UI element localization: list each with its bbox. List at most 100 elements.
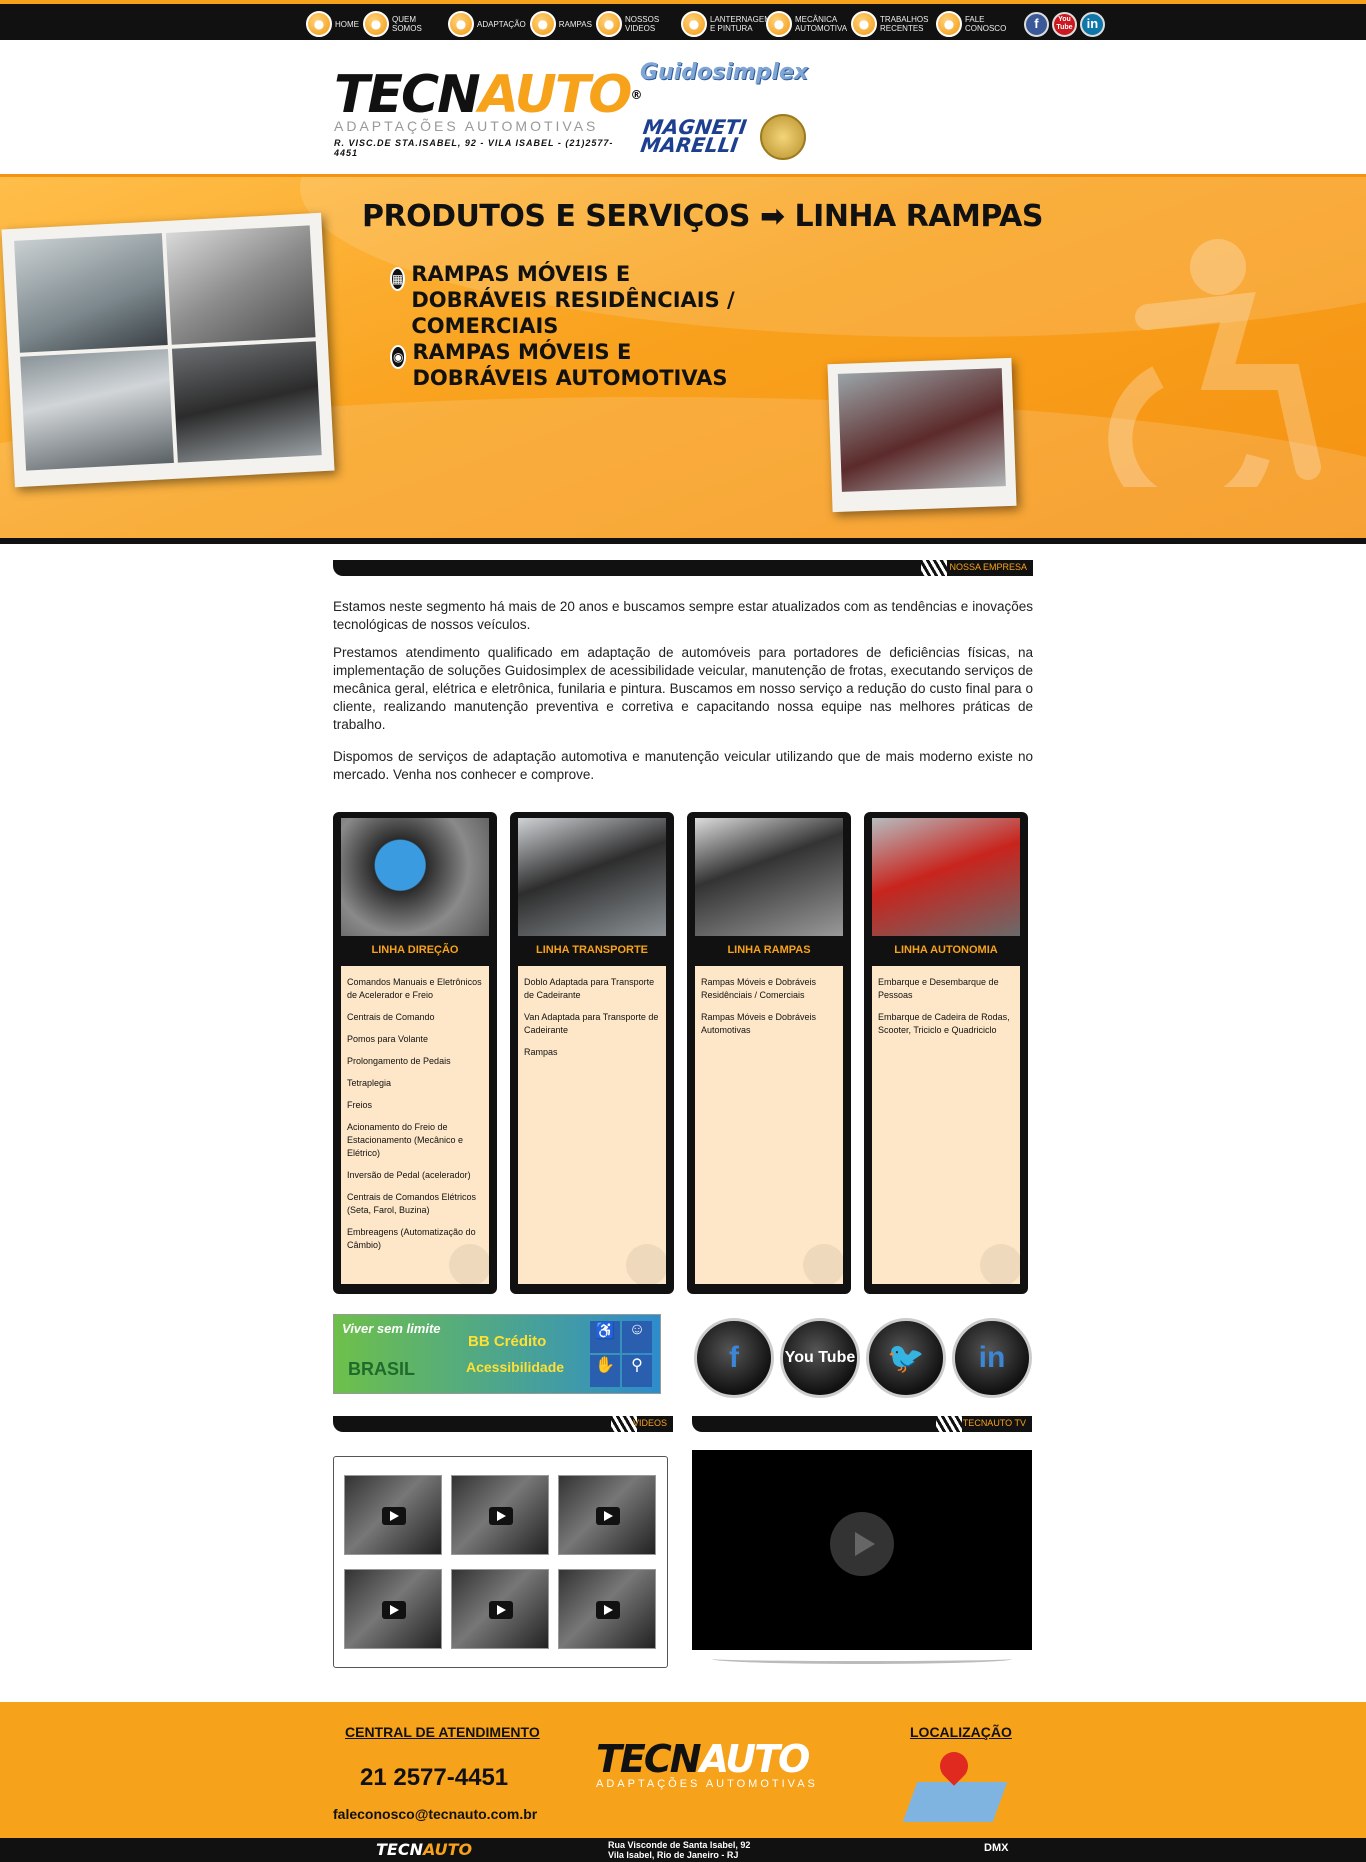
site-footer: CENTRAL DE ATENDIMENTO 21 2577-4451 fale…: [0, 1702, 1366, 1838]
product-card-list: Doblo Adaptada para Transporte de Cadeir…: [518, 966, 666, 1284]
product-card-item[interactable]: Rampas: [524, 1046, 660, 1059]
product-card[interactable]: LINHA TRANSPORTE Doblo Adaptada para Tran…: [510, 812, 674, 1294]
product-card-image[interactable]: [872, 818, 1020, 936]
nav-item-label: NOSSOS VIDEOS: [624, 15, 660, 33]
product-card-item[interactable]: Comandos Manuais e Eletrônicos de Aceler…: [347, 976, 483, 1002]
nav-item[interactable]: ● NOSSOS VIDEOS: [595, 8, 677, 40]
play-button-icon[interactable]: [830, 1512, 894, 1576]
video-thumbnail[interactable]: [344, 1475, 442, 1555]
about-section: NOSSA EMPRESA Estamos neste segmento há …: [333, 560, 1033, 784]
product-card-item[interactable]: Embarque e Desembarque de Pessoas: [878, 976, 1014, 1002]
gear-icon: ●: [765, 11, 792, 37]
play-icon: [596, 1601, 620, 1619]
wheelchair-icon: ♿: [590, 1321, 620, 1353]
play-icon: [489, 1507, 513, 1525]
product-card[interactable]: LINHA AUTONOMIA Embarque e Desembarque de…: [864, 812, 1028, 1294]
bottom-address: Rua Visconde de Santa Isabel, 92 Vila Is…: [608, 1840, 750, 1860]
home-icon: ●: [306, 11, 332, 37]
footer-phone[interactable]: 21 2577-4451: [360, 1764, 508, 1792]
dmx-credit[interactable]: DMX: [984, 1842, 1008, 1854]
product-card-title[interactable]: LINHA AUTONOMIA: [864, 944, 1028, 956]
product-card[interactable]: LINHA DIREÇÃO Comandos Manuais e Eletrôni…: [333, 812, 497, 1294]
banner-item-automotive[interactable]: ◉ RAMPAS MÓVEIS E DOBRÁVEIS AUTOMOTIVAS: [390, 339, 750, 391]
nav-item[interactable]: ● HOME: [306, 8, 359, 40]
tecnauto-logo[interactable]: TECNAUTO® ADAPTAÇÕES AUTOMOTIVAS R. VISC…: [334, 65, 643, 180]
facebook-icon[interactable]: f: [694, 1318, 774, 1398]
youtube-icon[interactable]: You Tube: [780, 1318, 860, 1398]
product-card-item[interactable]: Acionamento do Freio de Estacionamento (…: [347, 1121, 483, 1160]
product-card-image[interactable]: [695, 818, 843, 936]
video-thumbnail[interactable]: [558, 1569, 656, 1649]
product-card-item[interactable]: Centrais de Comando: [347, 1011, 483, 1024]
youtube-icon[interactable]: You Tube: [1051, 11, 1077, 37]
video-thumbnail[interactable]: [451, 1475, 549, 1555]
footer-email[interactable]: faleconosco@tecnauto.com.br: [333, 1806, 537, 1822]
photo-ramp-plate: [171, 341, 322, 463]
product-card-item[interactable]: Centrais de Comandos Elétricos (Seta, Fa…: [347, 1191, 483, 1217]
nav-item-label: TRABALHOS RECENTES: [879, 15, 929, 33]
header-address: R. VISC.DE STA.ISABEL, 92 - VILA ISABEL …: [334, 138, 614, 158]
nav-item[interactable]: ● RAMPAS: [529, 8, 592, 40]
hero-banner: PRODUTOS E SERVIÇOS ➡ LINHA RAMPAS ▦ RAM…: [0, 174, 1366, 544]
section-bar-stripes: [921, 560, 947, 576]
wheelchair-watermark-icon: [449, 1244, 491, 1286]
nav-item[interactable]: ● TRABALHOS RECENTES: [850, 8, 932, 40]
product-card-title[interactable]: LINHA DIREÇÃO: [333, 944, 497, 956]
wheelchair-watermark-icon: [1108, 239, 1321, 487]
nav-item-label: LANTERNAGEM E PINTURA: [709, 15, 771, 33]
nav-item[interactable]: ● LANTERNAGEM E PINTURA: [680, 8, 771, 40]
video-thumbnail[interactable]: [344, 1569, 442, 1649]
head-icon: ☺: [622, 1321, 652, 1353]
magneti-marelli-logo: MAGNETI MARELLI: [639, 115, 749, 157]
section-bar-stripes: [936, 1416, 962, 1432]
ramps-photo-collage: [1, 212, 335, 488]
nav-item-label: QUEM SOMOS: [392, 15, 422, 33]
wheelchair-watermark-icon: [803, 1244, 845, 1286]
nav-item[interactable]: ● QUEM SOMOS: [363, 8, 444, 40]
product-card-image[interactable]: [341, 818, 489, 936]
product-card-item[interactable]: Pomos para Volante: [347, 1033, 483, 1046]
section-tag: NOSSA EMPRESA: [949, 562, 1027, 572]
product-card-item[interactable]: Prolongamento de Pedais: [347, 1055, 483, 1068]
section-tag: VIDEOS: [632, 1418, 667, 1428]
location-title[interactable]: LOCALIZAÇÃO: [910, 1724, 1012, 1740]
product-card-item[interactable]: Rampas Móveis e Dobráveis Residênciais /…: [701, 976, 837, 1002]
wheelchair-watermark-icon: [980, 1244, 1022, 1286]
photo-folding-ramp: [165, 225, 316, 345]
product-card-item[interactable]: Freios: [347, 1099, 483, 1112]
guidosimplex-logo: Guidosimplex: [640, 60, 809, 85]
product-card-item[interactable]: Van Adaptada para Transporte de Cadeiran…: [524, 1011, 660, 1037]
video-thumbnail[interactable]: [558, 1475, 656, 1555]
photo-store-ramp: [14, 233, 168, 353]
product-card-item[interactable]: Rampas Móveis e Dobráveis Automotivas: [701, 1011, 837, 1037]
twitter-icon[interactable]: 🐦: [866, 1318, 946, 1398]
product-card[interactable]: LINHA RAMPAS Rampas Móveis e Dobráveis Re…: [687, 812, 851, 1294]
map-pin-icon[interactable]: [900, 1746, 1010, 1828]
nav-item[interactable]: ● FALE CONOSCO: [935, 8, 1017, 40]
about-paragraph-2: Prestamos atendimento qualificado em ada…: [333, 645, 1033, 732]
quality-seal-icon: [760, 114, 806, 160]
central-title: CENTRAL DE ATENDIMENTO: [345, 1724, 540, 1740]
linkedin-icon[interactable]: in: [1079, 11, 1105, 37]
bb-credito-acessibilidade-banner[interactable]: Viver sem limite BB Crédito Acessibilida…: [333, 1314, 661, 1394]
product-card-item[interactable]: Tetraplegia: [347, 1077, 483, 1090]
product-card-item[interactable]: Doblo Adaptada para Transporte de Cadeir…: [524, 976, 660, 1002]
section-bar-nossa-empresa: NOSSA EMPRESA: [333, 560, 1033, 576]
product-card-item[interactable]: Inversão de Pedal (acelerador): [347, 1169, 483, 1182]
top-navigation: ● HOME ● QUEM SOMOS ● ADAPTAÇÃO ● RAMPAS ● NOSSOS…: [0, 0, 1366, 40]
linkedin-icon[interactable]: in: [952, 1318, 1032, 1398]
nav-item[interactable]: ● MECÂNICA AUTOMOTIVA: [765, 8, 848, 40]
facebook-icon[interactable]: f: [1023, 11, 1049, 37]
logo-title: TECNAUTO®: [334, 65, 643, 125]
product-card-title[interactable]: LINHA TRANSPORTE: [510, 944, 674, 956]
banner-item-residential[interactable]: ▦ RAMPAS MÓVEIS E DOBRÁVEIS RESIDÊNCIAIS…: [390, 261, 770, 339]
footer-logo[interactable]: TECNAUTO ADAPTAÇÕES AUTOMOTIVAS: [596, 1740, 818, 1790]
video-thumbnail[interactable]: [451, 1569, 549, 1649]
product-card-item[interactable]: Embarque de Cadeira de Rodas, Scooter, T…: [878, 1011, 1014, 1037]
product-card-title[interactable]: LINHA RAMPAS: [687, 944, 851, 956]
nav-item-label: MECÂNICA AUTOMOTIVA: [794, 15, 848, 33]
product-card-image[interactable]: [518, 818, 666, 936]
nav-item[interactable]: ● ADAPTAÇÃO: [448, 8, 526, 40]
tecnauto-tv-player[interactable]: [692, 1450, 1032, 1664]
people-icon: ●: [363, 11, 389, 37]
